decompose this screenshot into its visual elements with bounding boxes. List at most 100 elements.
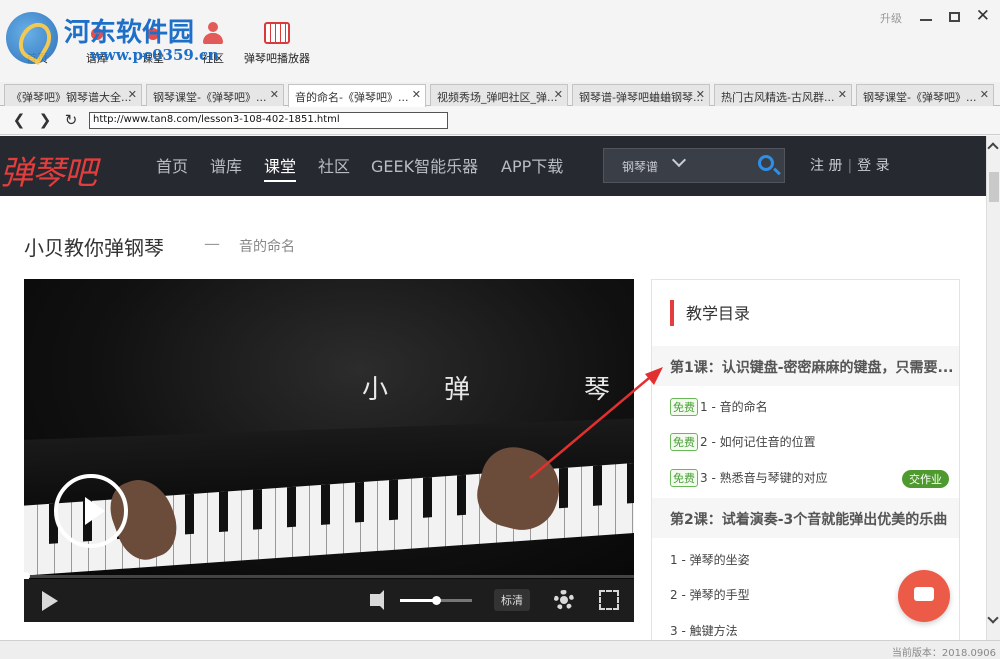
login-link[interactable]: 登 录	[857, 158, 889, 174]
lesson-item[interactable]: 免费 3 - 熟悉音与琴键的对应	[670, 469, 828, 489]
tab-strip: 《弹琴吧》钢琴谱大全... ✕ 钢琴课堂-《弹琴吧》... ✕ 音的命名-《弹琴…	[0, 82, 1000, 107]
watermark-url: www.pc0359.cn	[90, 46, 220, 64]
tab-label: 热门古风精选-古风群...	[721, 91, 835, 104]
tab-sheet-library[interactable]: 《弹琴吧》钢琴谱大全... ✕	[4, 84, 142, 106]
tab-label: 视频秀场_弹吧社区_弹...	[437, 91, 558, 104]
lesson-item[interactable]: 免费 1 - 音的命名	[670, 398, 768, 418]
tab-note-naming[interactable]: 音的命名-《弹琴吧》... ✕	[288, 84, 426, 107]
gear-icon[interactable]	[554, 590, 574, 610]
video-player[interactable]: 小 弹 琴 标清	[24, 279, 634, 622]
tab-ancient-style[interactable]: 热门古风精选-古风群... ✕	[714, 84, 852, 106]
tab-close-icon[interactable]: ✕	[554, 88, 563, 101]
search-icon[interactable]	[758, 155, 774, 171]
site-header: 弹琴吧 首页 谱库 课堂 社区 GEEK智能乐器 APP下载 钢琴谱 注 册 | 登…	[0, 136, 986, 196]
video-caption-char: 小	[362, 375, 389, 405]
tab-close-icon[interactable]: ✕	[696, 88, 705, 101]
play-icon[interactable]	[42, 591, 58, 611]
lesson-item-label: 2 - 弹琴的手型	[670, 588, 750, 602]
app-window: 首页 谱库 课堂 社区 弹琴吧播放器 河东软件园 www.pc0359.cn	[0, 0, 1000, 659]
tab-close-icon[interactable]: ✕	[270, 88, 279, 101]
maximize-icon[interactable]	[949, 12, 960, 22]
site-nav-library[interactable]: 谱库	[210, 153, 242, 177]
site-nav-app[interactable]: APP下载	[501, 153, 563, 177]
lesson-item[interactable]: 2 - 弹琴的手型	[670, 586, 750, 606]
status-bar: 当前版本：2018.0906	[0, 640, 1000, 659]
site-search[interactable]: 钢琴谱	[603, 148, 785, 183]
tab-close-icon[interactable]: ✕	[128, 88, 137, 101]
tab-piano-class-2[interactable]: 钢琴课堂-《弹琴吧》... ✕	[856, 84, 994, 106]
play-overlay-button[interactable]	[54, 474, 128, 548]
scroll-up-icon[interactable]	[987, 142, 999, 154]
free-badge: 免费	[670, 433, 698, 451]
site-nav-classroom[interactable]: 课堂	[264, 153, 297, 182]
site-auth: 注 册 | 登 录	[810, 155, 890, 175]
site-logo[interactable]: 弹琴吧	[0, 146, 97, 194]
page-title-dash: —	[204, 234, 220, 253]
watermark-name: 河东软件园	[64, 18, 195, 48]
lesson-item-label: 2 - 如何记住音的位置	[700, 435, 816, 449]
quality-button[interactable]: 标清	[494, 589, 530, 611]
address-bar: ❮ ❯ ↻ http://www.tan8.com/lesson3-108-40…	[0, 107, 1000, 135]
url-input[interactable]: http://www.tan8.com/lesson3-108-402-1851…	[89, 112, 448, 129]
close-icon[interactable]: ✕	[976, 6, 990, 26]
tab-label: 钢琴课堂-《弹琴吧》...	[153, 91, 267, 104]
volume-slider[interactable]	[400, 596, 472, 605]
version-text: 当前版本：2018.0906	[891, 648, 996, 659]
minimize-icon[interactable]	[920, 19, 932, 21]
page-subtitle: 音的命名	[239, 239, 295, 255]
toolbar-player-label: 弹琴吧播放器	[244, 52, 310, 65]
register-link[interactable]: 注 册	[810, 158, 842, 174]
video-caption-char: 琴	[584, 375, 611, 405]
lesson-title[interactable]: 第2课：试着演奏-3个音就能弹出优美的乐曲	[652, 498, 959, 538]
free-badge: 免费	[670, 398, 698, 416]
site-nav-community[interactable]: 社区	[318, 153, 350, 177]
tab-close-icon[interactable]: ✕	[980, 88, 989, 101]
tab-close-icon[interactable]: ✕	[412, 88, 421, 101]
video-caption-char: 弹	[444, 375, 471, 405]
catalog-heading: 教学目录	[670, 300, 750, 326]
volume-knob[interactable]	[432, 596, 441, 605]
tab-piano-class[interactable]: 钢琴课堂-《弹琴吧》... ✕	[146, 84, 284, 106]
fullscreen-icon[interactable]	[599, 590, 619, 610]
volume-fill	[400, 599, 436, 602]
forward-button[interactable]: ❯	[36, 111, 54, 129]
upgrade-link[interactable]: 升级	[880, 10, 902, 26]
web-viewport: 弹琴吧 首页 谱库 课堂 社区 GEEK智能乐器 APP下载 钢琴谱 注 册 | 登…	[0, 136, 986, 640]
site-nav-geek[interactable]: GEEK智能乐器	[371, 153, 478, 177]
video-progress-bar[interactable]	[24, 572, 634, 580]
toolbar: 首页 谱库 课堂 社区 弹琴吧播放器 河东软件园 www.pc0359.cn	[0, 0, 1000, 80]
chevron-down-icon[interactable]	[671, 152, 687, 168]
scroll-thumb[interactable]	[989, 172, 999, 202]
refresh-button[interactable]: ↻	[62, 111, 80, 129]
tab-close-icon[interactable]: ✕	[838, 88, 847, 101]
scroll-down-icon[interactable]	[987, 612, 999, 624]
page-title: 小贝教你弹钢琴	[24, 236, 164, 260]
video-controls: 标清	[24, 579, 634, 622]
tab-video-show[interactable]: 视频秀场_弹吧社区_弹... ✕	[430, 84, 568, 106]
search-category-select[interactable]: 钢琴谱	[622, 158, 658, 175]
tab-label: 钢琴谱-弹琴吧蛐蛐钢琴...	[579, 91, 704, 104]
site-nav-home[interactable]: 首页	[156, 153, 188, 177]
lesson-item-label: 3 - 触键方法	[670, 624, 738, 638]
back-button[interactable]: ❮	[10, 111, 28, 129]
piano-icon	[264, 22, 290, 44]
lesson-item[interactable]: 免费 2 - 如何记住音的位置	[670, 433, 816, 453]
lesson-item-label: 1 - 弹琴的坐姿	[670, 553, 750, 567]
vertical-scrollbar[interactable]	[986, 136, 1000, 640]
lesson-item[interactable]: 3 - 触键方法	[670, 622, 738, 640]
homework-badge[interactable]: 交作业	[902, 470, 949, 488]
tab-sheet-music[interactable]: 钢琴谱-弹琴吧蛐蛐钢琴... ✕	[572, 84, 710, 106]
tab-label: 音的命名-《弹琴吧》...	[295, 91, 409, 104]
volume-icon[interactable]	[370, 590, 384, 610]
lesson-item-label: 3 - 熟悉音与琴键的对应	[700, 471, 828, 485]
lesson-item[interactable]: 1 - 弹琴的坐姿	[670, 551, 750, 571]
free-badge: 免费	[670, 469, 698, 487]
toolbar-player[interactable]: 弹琴吧播放器	[242, 22, 312, 66]
watermark: 河东软件园 www.pc0359.cn	[6, 8, 236, 68]
watermark-logo-icon	[6, 12, 58, 64]
lesson-item-label: 1 - 音的命名	[700, 400, 768, 414]
lesson-title[interactable]: 第1课：认识键盘-密密麻麻的键盘，只需要...	[652, 346, 959, 386]
auth-separator: |	[847, 158, 853, 174]
tab-label: 钢琴课堂-《弹琴吧》...	[863, 91, 977, 104]
chat-icon[interactable]	[898, 570, 950, 622]
